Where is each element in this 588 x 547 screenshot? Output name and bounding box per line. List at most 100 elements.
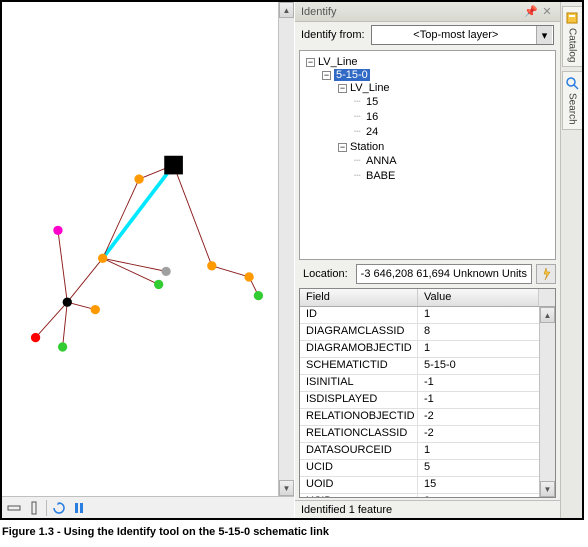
schematic-node[interactable]: [134, 174, 143, 183]
location-label: Location:: [299, 266, 352, 282]
tree-node-selected[interactable]: −5-15-0 −LV_Line ┄15┄16┄24 −Station ┄ANN…: [322, 68, 551, 185]
identify-status: Identified 1 feature: [295, 500, 560, 518]
tree-leaf[interactable]: ┄15: [354, 94, 551, 109]
scroll-track[interactable]: [279, 18, 294, 480]
attribute-grid: Field Value ID1DIAGRAMCLASSID8DIAGRAMOBJ…: [299, 288, 556, 498]
identify-tree[interactable]: −LV_Line −5-15-0 −LV_Line ┄15┄16┄24 −Sta…: [299, 50, 556, 260]
cell-field: RELATIONCLASSID: [300, 426, 418, 442]
map-scrollbar-vertical[interactable]: ▲ ▼: [278, 2, 294, 496]
cell-value: 5-15-0: [418, 358, 539, 374]
schematic-node[interactable]: [31, 333, 40, 342]
cell-field: RELATIONOBJECTID: [300, 409, 418, 425]
table-row[interactable]: SCHEMATICTID5-15-0: [300, 358, 539, 375]
tree-leaf[interactable]: ┄24: [354, 124, 551, 139]
table-row[interactable]: RELATIONCLASSID-2: [300, 426, 539, 443]
close-icon[interactable]: ✕: [540, 5, 554, 19]
schematic-node-selected[interactable]: [164, 156, 183, 175]
catalog-icon: [565, 11, 579, 25]
schematic-node[interactable]: [244, 272, 253, 281]
collapse-icon[interactable]: −: [338, 143, 347, 152]
cell-value: 1: [418, 341, 539, 357]
location-value[interactable]: -3 646,208 61,694 Unknown Units: [356, 264, 532, 284]
cell-field: DIAGRAMCLASSID: [300, 324, 418, 340]
search-icon: [565, 76, 579, 90]
schematic-link[interactable]: [67, 258, 102, 302]
schematic-node[interactable]: [53, 226, 62, 235]
schematic-node[interactable]: [161, 267, 170, 276]
schematic-node[interactable]: [58, 342, 67, 351]
pin-icon[interactable]: 📌: [524, 5, 538, 19]
identify-from-combo[interactable]: <Top-most layer> ▾: [371, 25, 554, 45]
schematic-node[interactable]: [154, 280, 163, 289]
column-header-value[interactable]: Value: [418, 289, 539, 306]
schematic-link[interactable]: [212, 266, 249, 277]
cell-field: ISDISPLAYED: [300, 392, 418, 408]
table-row[interactable]: DIAGRAMOBJECTID1: [300, 341, 539, 358]
grid-scrollbar-vertical[interactable]: ▲ ▼: [539, 307, 555, 497]
pause-button[interactable]: [71, 500, 87, 516]
refresh-button[interactable]: [51, 500, 67, 516]
tree-node-group[interactable]: −LV_Line ┄15┄16┄24: [338, 81, 551, 140]
scroll-up-button[interactable]: ▲: [279, 2, 294, 18]
scroll-up-button[interactable]: ▲: [540, 307, 555, 323]
table-row[interactable]: UOID15: [300, 477, 539, 494]
table-row[interactable]: ISINITIAL-1: [300, 375, 539, 392]
cell-value: 0: [418, 494, 539, 497]
schematic-canvas[interactable]: [2, 2, 278, 496]
tree-leaf[interactable]: ┄16: [354, 109, 551, 124]
schematic-node[interactable]: [254, 291, 263, 300]
scroll-down-button[interactable]: ▼: [279, 480, 294, 496]
collapse-icon[interactable]: −: [322, 71, 331, 80]
table-row[interactable]: DATASOURCEID1: [300, 443, 539, 460]
cell-value: -2: [418, 409, 539, 425]
cell-value: 8: [418, 324, 539, 340]
schematic-node[interactable]: [98, 254, 107, 263]
table-row[interactable]: USID0: [300, 494, 539, 497]
schematic-link[interactable]: [36, 302, 68, 337]
layout-vertical-button[interactable]: [26, 500, 42, 516]
table-row[interactable]: ID1: [300, 307, 539, 324]
collapse-icon[interactable]: −: [338, 84, 347, 93]
table-row[interactable]: RELATIONOBJECTID-2: [300, 409, 539, 426]
location-row: Location: -3 646,208 61,694 Unknown Unit…: [295, 262, 560, 286]
cell-value: 1: [418, 307, 539, 323]
identify-title: Identify: [301, 6, 524, 18]
cell-value: -1: [418, 375, 539, 391]
table-row[interactable]: DIAGRAMCLASSID8: [300, 324, 539, 341]
layout-horizontal-button[interactable]: [6, 500, 22, 516]
column-header-field[interactable]: Field: [300, 289, 418, 306]
table-row[interactable]: UCID5: [300, 460, 539, 477]
schematic-link[interactable]: [103, 258, 159, 284]
schematic-node[interactable]: [63, 297, 72, 306]
grid-header: Field Value: [300, 289, 555, 307]
tree-node-root[interactable]: −LV_Line −5-15-0 −LV_Line ┄15┄16┄24 −Sta…: [306, 55, 551, 186]
identify-from-label: Identify from:: [301, 29, 365, 41]
schematic-node[interactable]: [207, 261, 216, 270]
identify-from-row: Identify from: <Top-most layer> ▾: [295, 22, 560, 48]
schematic-link[interactable]: [174, 165, 212, 266]
collapse-icon[interactable]: −: [306, 58, 315, 67]
map-pane: ▲ ▼: [2, 2, 294, 518]
cell-field: SCHEMATICTID: [300, 358, 418, 374]
app-frame: ▲ ▼ Identify 📌 ✕ Identify from: <Top-mos…: [0, 0, 584, 520]
flash-feature-button[interactable]: [536, 264, 556, 284]
schematic-node[interactable]: [91, 305, 100, 314]
identify-from-value: <Top-most layer>: [376, 29, 536, 41]
chevron-down-icon[interactable]: ▾: [536, 26, 552, 44]
scroll-track[interactable]: [540, 323, 555, 481]
schematic-link[interactable]: [103, 258, 166, 271]
cell-value: -1: [418, 392, 539, 408]
tree-node-group[interactable]: −Station ┄ANNA┄BABE: [338, 140, 551, 184]
dock-tabs: Catalog Search: [560, 2, 582, 518]
cell-field: UOID: [300, 477, 418, 493]
tree-leaf[interactable]: ┄ANNA: [354, 153, 551, 168]
schematic-link[interactable]: [58, 230, 67, 302]
identify-title-bar: Identify 📌 ✕: [295, 2, 560, 22]
scroll-down-button[interactable]: ▼: [540, 481, 555, 497]
cell-value: 1: [418, 443, 539, 459]
table-row[interactable]: ISDISPLAYED-1: [300, 392, 539, 409]
schematic-link[interactable]: [63, 302, 68, 347]
tab-search[interactable]: Search: [562, 71, 582, 130]
tree-leaf[interactable]: ┄BABE: [354, 168, 551, 183]
tab-catalog[interactable]: Catalog: [562, 6, 582, 67]
